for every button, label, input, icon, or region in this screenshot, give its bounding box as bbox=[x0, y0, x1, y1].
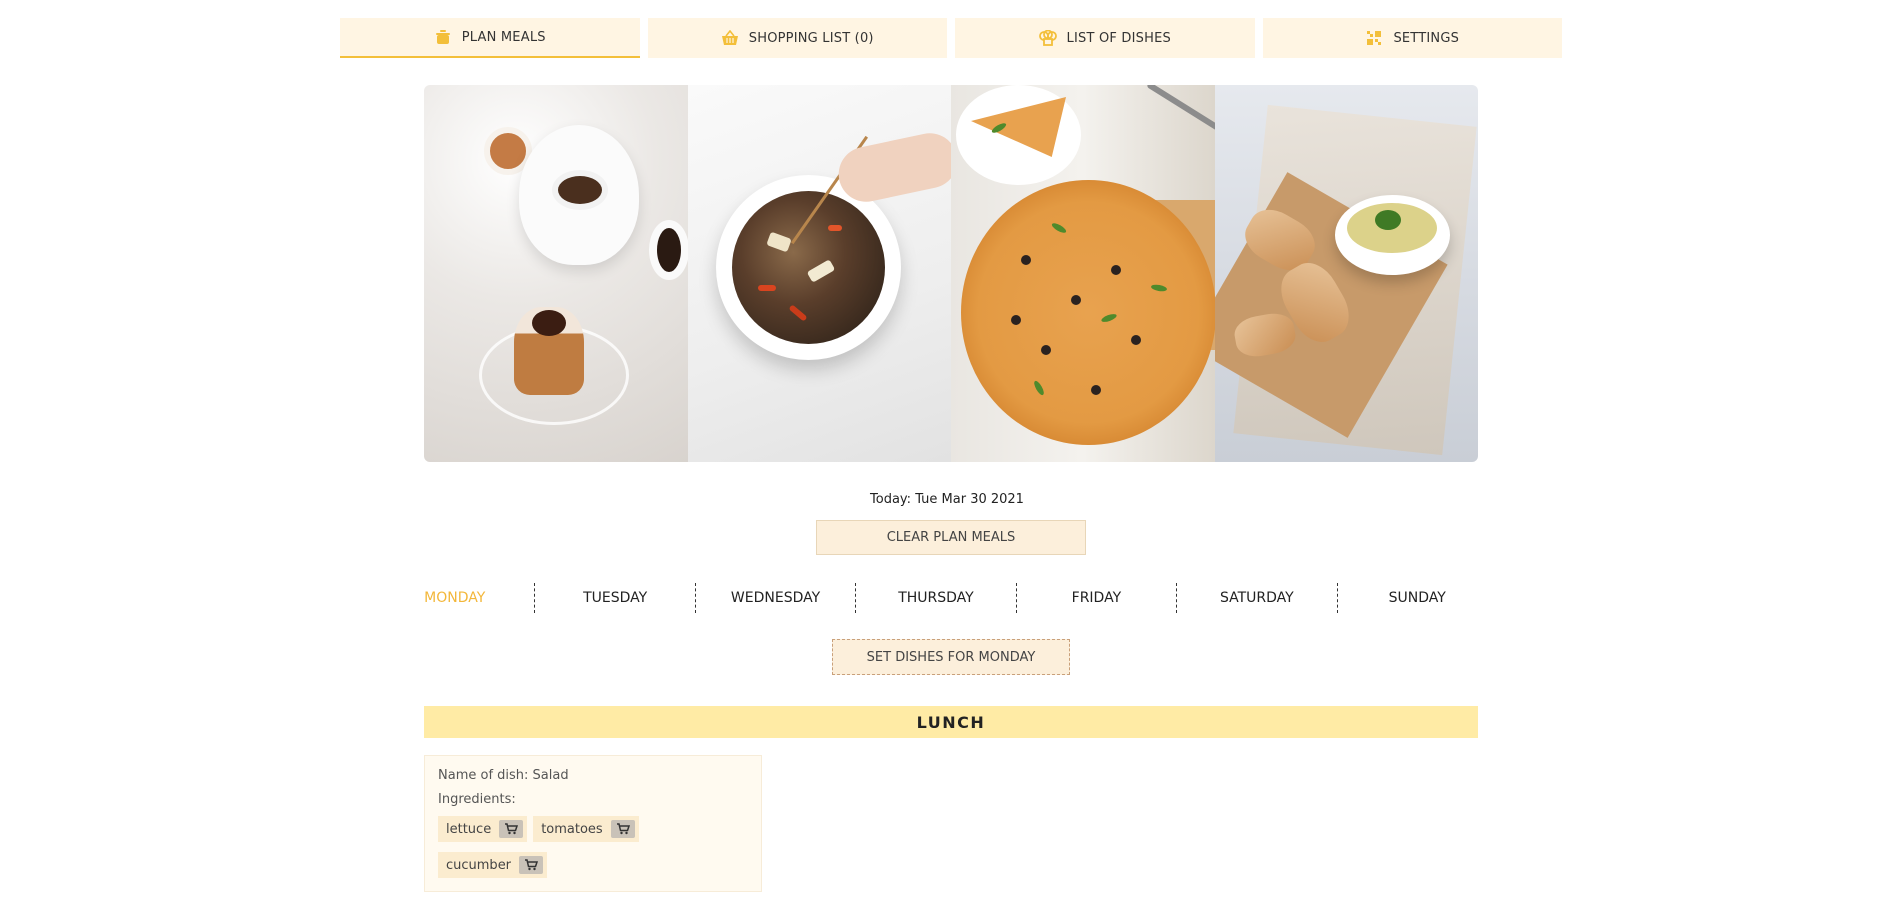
tab-list-of-dishes[interactable]: LIST OF DISHES bbox=[955, 18, 1255, 58]
tea-and-cupcakes-photo bbox=[424, 85, 688, 462]
add-to-cart-button[interactable] bbox=[499, 820, 524, 838]
noodles-bowl-photo bbox=[687, 85, 951, 462]
day-tab-tuesday[interactable]: TUESDAY bbox=[534, 583, 694, 613]
tab-label: LIST OF DISHES bbox=[1066, 30, 1171, 46]
dish-card: Name of dish: Salad Ingredients: lettuce… bbox=[424, 755, 762, 892]
ingredient-name: lettuce bbox=[446, 821, 492, 837]
pizza-photo bbox=[951, 85, 1215, 462]
ingredient-name: tomatoes bbox=[541, 821, 603, 837]
cart-icon bbox=[616, 823, 630, 835]
pot-icon bbox=[434, 29, 452, 45]
ingredient-list: lettuce tomatoes cucumber bbox=[438, 816, 748, 878]
day-tab-thursday[interactable]: THURSDAY bbox=[855, 583, 1015, 613]
day-tab-wednesday[interactable]: WEDNESDAY bbox=[694, 583, 855, 613]
main-nav: PLAN MEALS SHOPPING LIST (0) LIST OF DIS… bbox=[340, 18, 1562, 58]
chef-hat-icon bbox=[1038, 30, 1057, 46]
ingredient-name: cucumber bbox=[446, 857, 512, 873]
meal-header-lunch: LUNCH bbox=[424, 706, 1478, 738]
day-tab-friday[interactable]: FRIDAY bbox=[1015, 583, 1176, 613]
add-to-cart-button[interactable] bbox=[610, 820, 635, 838]
tab-shopping-list[interactable]: SHOPPING LIST (0) bbox=[647, 18, 947, 58]
tab-label: SHOPPING LIST (0) bbox=[748, 30, 874, 46]
tab-settings[interactable]: SETTINGS bbox=[1262, 18, 1562, 58]
tab-label: PLAN MEALS bbox=[461, 29, 546, 45]
today-date: Today: Tue Mar 30 2021 bbox=[870, 492, 1024, 507]
day-tab-monday[interactable]: MONDAY bbox=[375, 583, 534, 613]
clear-plan-meals-button[interactable]: CLEAR PLAN MEALS bbox=[816, 520, 1086, 555]
cart-icon bbox=[505, 823, 519, 835]
day-tab-sunday[interactable]: SUNDAY bbox=[1336, 583, 1497, 613]
ingredient-chip: lettuce bbox=[438, 816, 528, 842]
day-tab-saturday[interactable]: SATURDAY bbox=[1176, 583, 1336, 613]
ingredient-chip: tomatoes bbox=[533, 816, 639, 842]
tab-label: SETTINGS bbox=[1393, 30, 1460, 46]
basket-icon bbox=[721, 30, 739, 46]
ingredient-chip: cucumber bbox=[438, 852, 548, 878]
tab-plan-meals[interactable]: PLAN MEALS bbox=[340, 18, 640, 58]
add-to-cart-button[interactable] bbox=[519, 856, 544, 874]
settings-grid-icon bbox=[1365, 30, 1383, 46]
hero-images bbox=[424, 85, 1478, 462]
dish-name: Name of dish: Salad bbox=[438, 768, 569, 783]
soup-and-bread-photo bbox=[1214, 85, 1478, 462]
cart-icon bbox=[525, 859, 539, 871]
ingredients-label: Ingredients: bbox=[438, 792, 516, 807]
day-tabs: MONDAY TUESDAY WEDNESDAY THURSDAY FRIDAY… bbox=[375, 583, 1497, 613]
set-dishes-button[interactable]: SET DISHES FOR MONDAY bbox=[832, 639, 1070, 675]
